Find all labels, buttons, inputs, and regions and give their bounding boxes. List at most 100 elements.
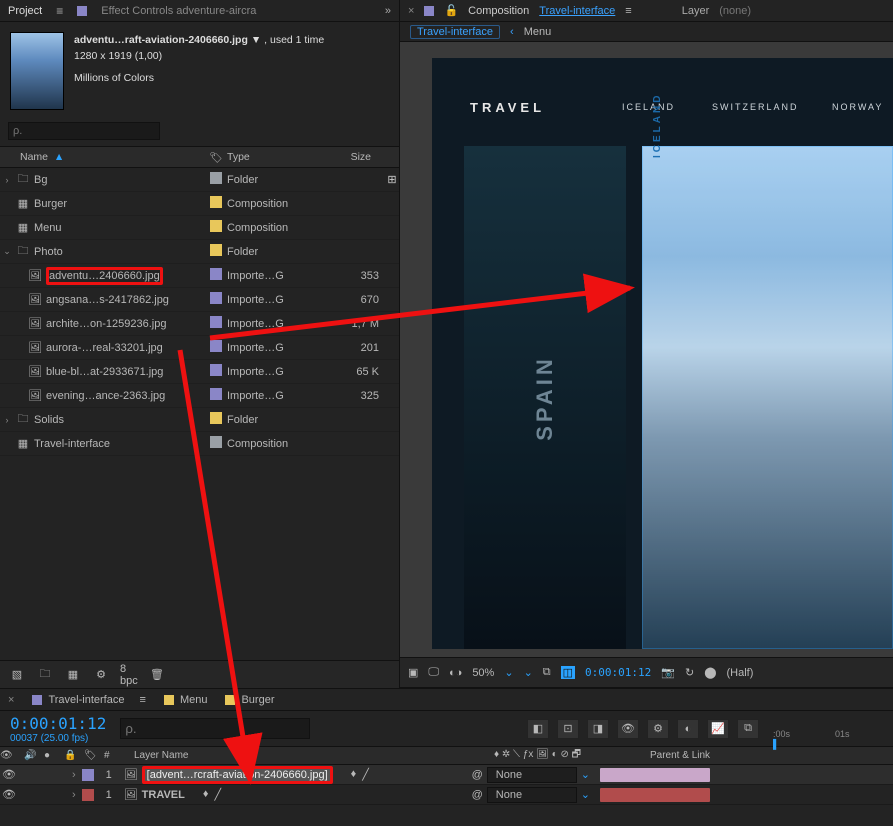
breadcrumb-chevron-icon[interactable]: ‹ — [510, 26, 514, 38]
delete-icon[interactable]: 🗑 — [148, 667, 166, 683]
sort-asc-icon[interactable]: ▲ — [54, 151, 64, 163]
tree-row[interactable]: ›🗀SolidsFolder — [0, 408, 399, 432]
parent-dropdown[interactable]: None — [487, 787, 577, 803]
twirl-icon[interactable]: › — [0, 175, 14, 185]
zoom-chevron-icon[interactable]: ⌄ — [504, 666, 513, 679]
roi-icon[interactable]: ⧉ — [543, 666, 551, 679]
layer-label-swatch[interactable] — [82, 789, 94, 801]
snapshot-icon[interactable]: 📷 — [661, 666, 675, 679]
tl-btn-mb[interactable]: ◐ — [677, 719, 699, 739]
tab-project[interactable]: Project — [8, 5, 42, 17]
tl-btn-fx[interactable]: ⚙ — [647, 719, 669, 739]
switch-icon[interactable]: ╱ — [214, 788, 221, 801]
col-eye-icon[interactable]: 👁 — [0, 750, 18, 761]
col-audio-icon[interactable]: 🔊 — [24, 750, 38, 761]
timeline-layer-row[interactable]: 👁›1🖼TRAVEL♦╱@None⌄ — [0, 785, 893, 805]
label-swatch[interactable] — [210, 436, 222, 448]
col-label-icon[interactable]: 🏷 — [84, 750, 98, 761]
label-swatch[interactable] — [210, 340, 222, 352]
tab-effect-controls[interactable]: Effect Controls adventure-aircra — [101, 5, 256, 17]
col-label-icon[interactable]: 🏷 — [205, 151, 227, 164]
tl-btn-3[interactable]: ◨ — [587, 719, 609, 739]
tree-row[interactable]: 🖼archite…on-1259236.jpgImporte…G1,7 M — [0, 312, 399, 336]
comp-menu-icon[interactable]: ≡ — [625, 5, 631, 17]
tree-row[interactable]: 🖼blue-bl…at-2933671.jpgImporte…G65 K — [0, 360, 399, 384]
panel-menu-icon[interactable]: ≡ — [140, 694, 146, 706]
twirl-icon[interactable]: › — [72, 769, 76, 781]
project-tree[interactable]: ›🗀BgFolder⊞▦BurgerComposition▦MenuCompos… — [0, 168, 399, 660]
label-swatch[interactable] — [210, 268, 222, 280]
pickwhip-icon[interactable]: @ — [472, 789, 483, 801]
project-search-input[interactable] — [8, 122, 160, 140]
playhead-icon[interactable]: ▌ — [773, 739, 779, 749]
label-swatch[interactable] — [210, 172, 222, 184]
tl-btn-shy[interactable]: 👁 — [617, 719, 639, 739]
tl-btn-snap[interactable]: ⧉ — [737, 719, 759, 739]
tree-row[interactable]: 🖼aurora-…real-33201.jpgImporte…G201 — [0, 336, 399, 360]
magnify-icon[interactable]: ▣ — [408, 666, 418, 679]
tree-row[interactable]: ▦BurgerComposition — [0, 192, 399, 216]
pickwhip-icon[interactable]: @ — [472, 769, 483, 781]
vr-icon[interactable]: ◐◑ — [449, 667, 462, 679]
switch-icon[interactable]: ♦ — [351, 768, 357, 781]
tl-btn-2[interactable]: ⊡ — [557, 719, 579, 739]
asset-dropdown-icon[interactable]: ▼ — [251, 34, 261, 46]
close-tab-icon[interactable]: × — [8, 694, 14, 706]
tree-row[interactable]: 🖼angsana…s-2417862.jpgImporte…G670 — [0, 288, 399, 312]
panel-overflow-icon[interactable]: » — [385, 5, 391, 17]
col-type[interactable]: Type — [227, 151, 337, 163]
close-tab-icon[interactable]: × — [408, 5, 414, 17]
twirl-icon[interactable]: ⌄ — [0, 246, 14, 257]
timeline-tab[interactable]: Menu — [164, 694, 208, 706]
label-swatch[interactable] — [210, 292, 222, 304]
label-swatch[interactable] — [210, 244, 222, 256]
composition-name-active[interactable]: Travel-interface — [539, 5, 615, 17]
layer-tab-label[interactable]: Layer — [682, 5, 710, 17]
tree-row[interactable]: ›🗀BgFolder⊞ — [0, 168, 399, 192]
parent-dropdown[interactable]: None — [487, 767, 577, 783]
mask-icon[interactable]: ◫ — [561, 666, 575, 679]
switch-icon[interactable]: ╱ — [362, 768, 369, 781]
timeline-layer-row[interactable]: 👁›1🖼[advent…rcraft-aviation-2406660.jpg]… — [0, 765, 893, 785]
label-swatch[interactable] — [210, 388, 222, 400]
label-swatch[interactable] — [210, 364, 222, 376]
breadcrumb-travel-interface[interactable]: Travel-interface — [410, 25, 500, 39]
new-comp-icon[interactable]: ▦ — [64, 667, 82, 683]
label-swatch[interactable] — [210, 196, 222, 208]
tree-row[interactable]: 🖼evening…ance-2363.jpgImporte…G325 — [0, 384, 399, 408]
panel-menu-icon[interactable]: ≡ — [56, 4, 63, 18]
eye-icon[interactable]: 👁 — [0, 788, 18, 801]
layer-label-swatch[interactable] — [82, 769, 94, 781]
tl-btn-1[interactable]: ◧ — [527, 719, 549, 739]
res-chevron-icon[interactable]: ⌄ — [524, 666, 533, 679]
display-icon[interactable]: 🖵 — [428, 666, 439, 679]
col-parent[interactable]: Parent & Link — [650, 750, 780, 761]
col-solo-icon[interactable]: ● — [44, 750, 58, 761]
layer-bar[interactable] — [600, 788, 710, 802]
composition-viewer[interactable]: TRAVEL ICELAND SWITZERLAND NORWAY SPAIN … — [400, 42, 893, 657]
breadcrumb-menu[interactable]: Menu — [524, 26, 552, 38]
label-swatch[interactable] — [210, 220, 222, 232]
layer-bar[interactable] — [600, 768, 710, 782]
col-lock-icon[interactable]: 🔒 — [64, 750, 78, 761]
tree-row[interactable]: ▦MenuComposition — [0, 216, 399, 240]
flowchart-icon[interactable]: ⊞ — [385, 173, 399, 186]
bpc-label[interactable]: 8 bpc — [120, 667, 138, 683]
timeline-search-input[interactable] — [120, 718, 310, 739]
current-time[interactable]: 0:00:01:12 — [585, 666, 651, 679]
col-name[interactable]: Name — [20, 151, 48, 163]
label-swatch[interactable] — [210, 316, 222, 328]
lock-icon[interactable]: 🔓 — [444, 4, 458, 17]
timeline-tab[interactable]: Travel-interface ≡ — [32, 694, 146, 706]
channels-icon[interactable]: ⬤ — [704, 666, 716, 679]
col-layer-name[interactable]: Layer Name — [128, 750, 488, 761]
resolution-value[interactable]: (Half) — [727, 667, 754, 679]
tree-row[interactable]: 🖼adventu…2406660.jpgImporte…G353 — [0, 264, 399, 288]
label-swatch[interactable] — [210, 412, 222, 424]
refresh-icon[interactable]: ↻ — [685, 666, 694, 679]
new-folder-icon[interactable]: 🗀 — [36, 667, 54, 683]
twirl-icon[interactable]: › — [0, 415, 14, 425]
eye-icon[interactable]: 👁 — [0, 768, 18, 781]
zoom-value[interactable]: 50% — [472, 667, 494, 679]
interpret-footage-icon[interactable]: ▧ — [8, 667, 26, 683]
